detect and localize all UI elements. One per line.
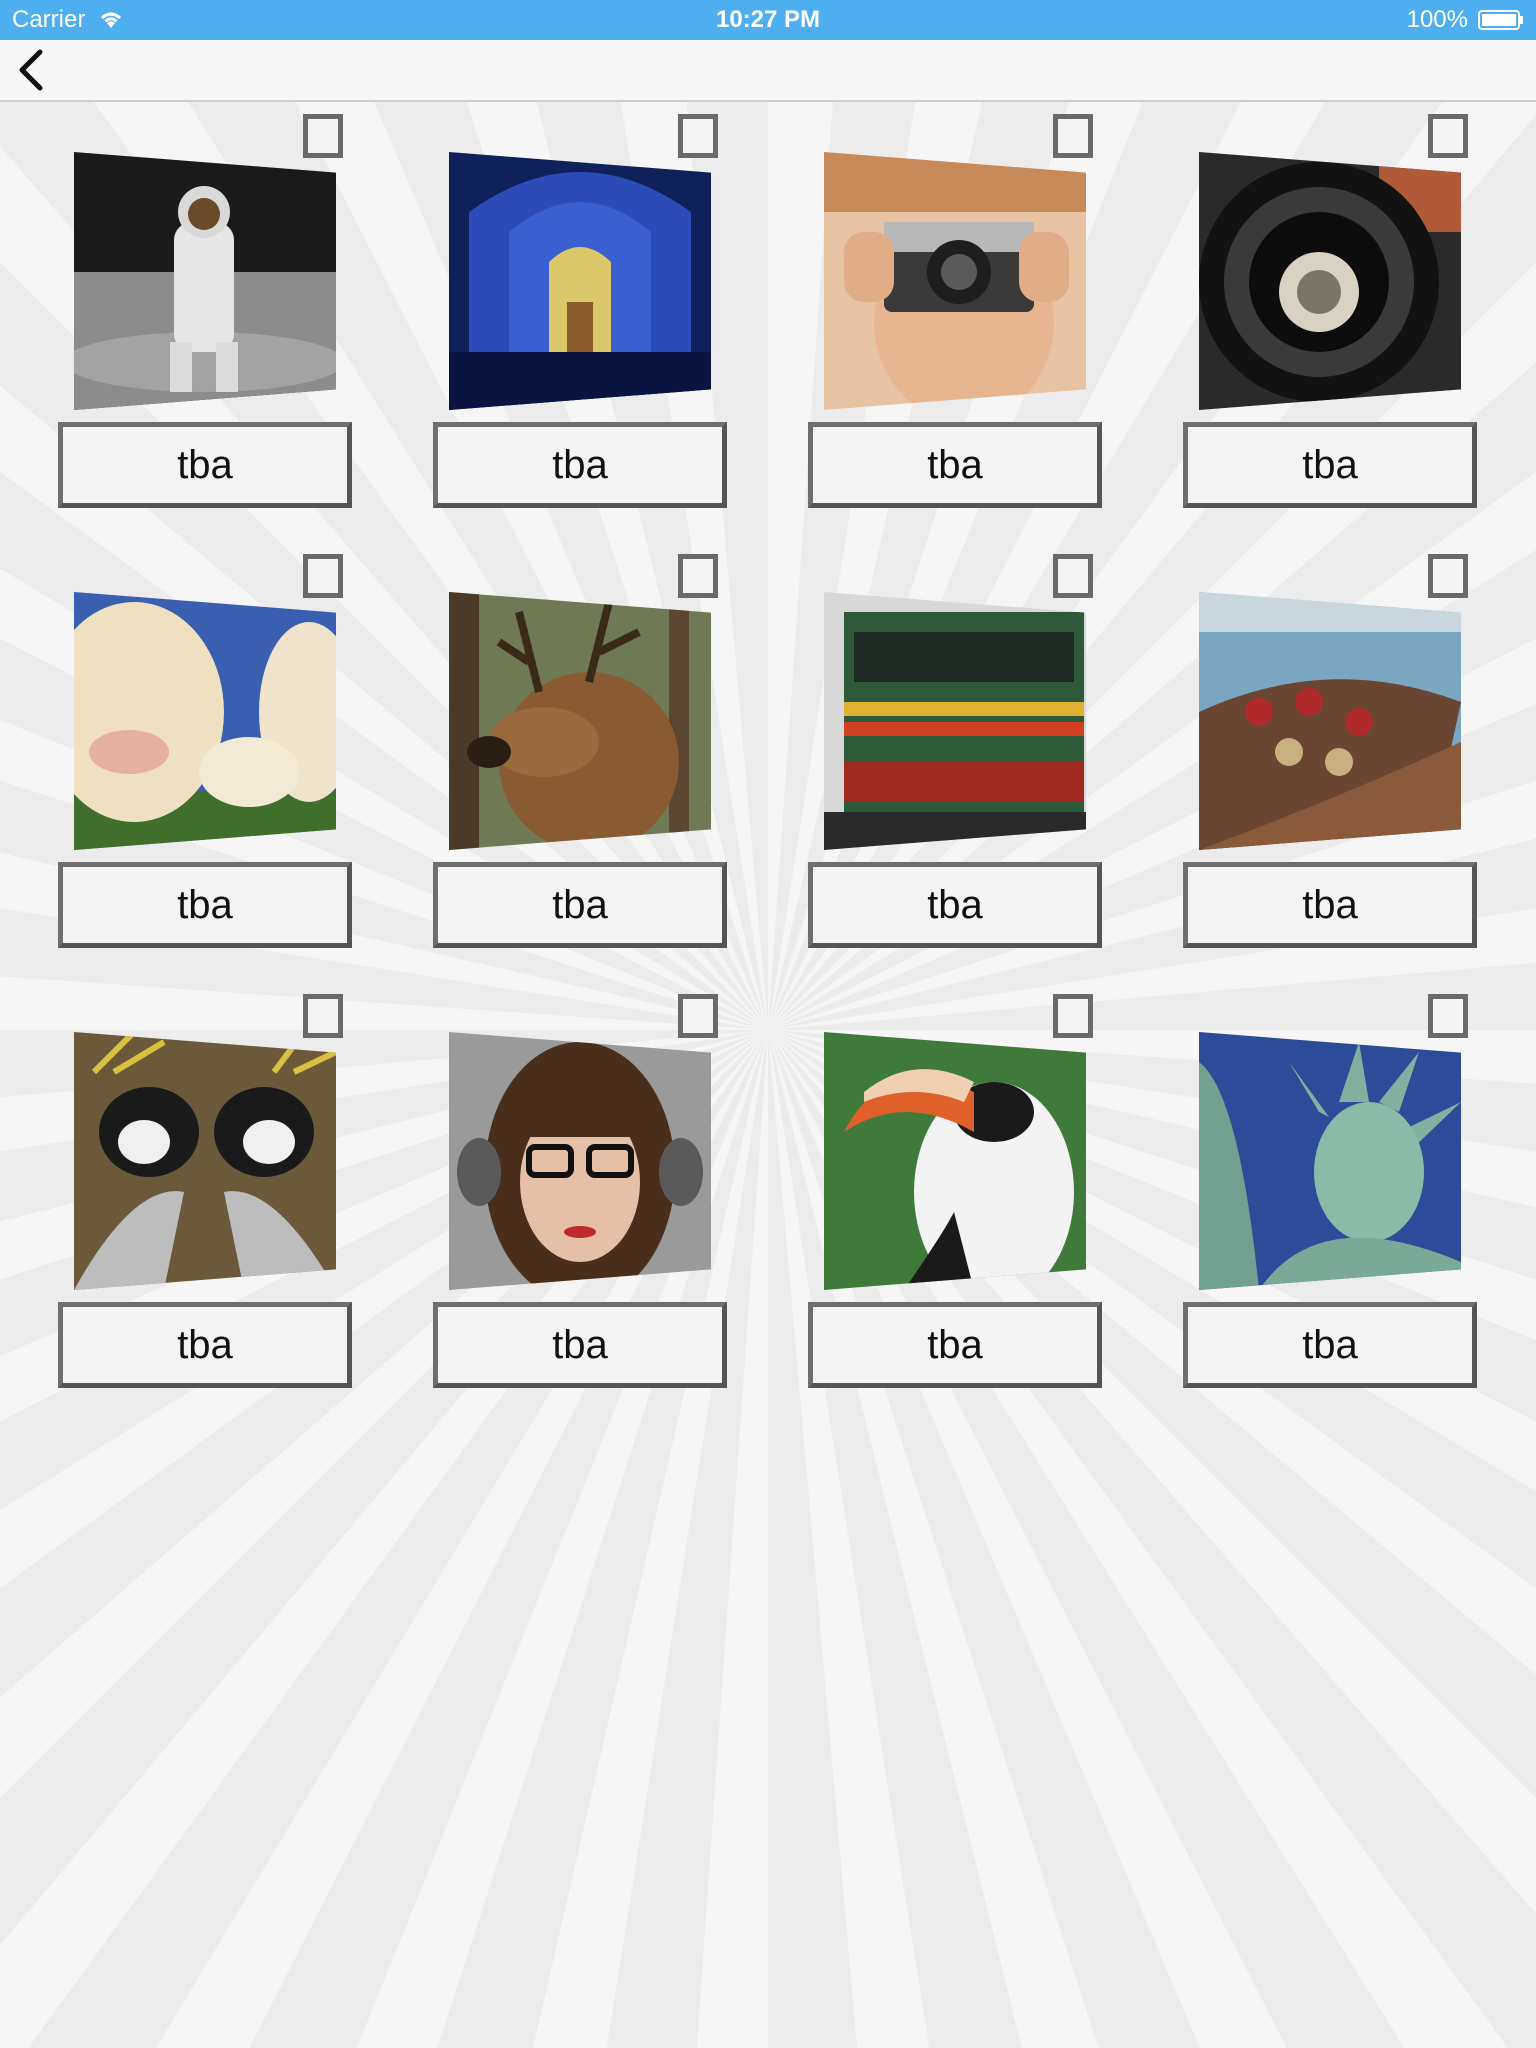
- grid-item: tba: [375, 980, 727, 1388]
- select-checkbox[interactable]: [1053, 994, 1093, 1038]
- photo-woman-camera[interactable]: [824, 152, 1086, 410]
- photo-deer[interactable]: [449, 592, 711, 850]
- photo-statue-of-liberty[interactable]: [1199, 1032, 1461, 1290]
- navigation-bar: [0, 40, 1536, 102]
- photo-hornbill[interactable]: [824, 1032, 1086, 1290]
- grid-item: tba: [750, 540, 1102, 948]
- label-box[interactable]: tba: [58, 862, 352, 948]
- label-box[interactable]: tba: [1183, 1302, 1477, 1388]
- grid-item: tba: [750, 100, 1102, 508]
- photo-camera-lens[interactable]: [1199, 152, 1461, 410]
- grid-item: tba: [1125, 980, 1477, 1388]
- label-box[interactable]: tba: [1183, 422, 1477, 508]
- photo-cathedral[interactable]: [449, 152, 711, 410]
- photo-train[interactable]: [824, 592, 1086, 850]
- grid-item: tba: [1125, 540, 1477, 948]
- select-checkbox[interactable]: [1053, 114, 1093, 158]
- grid-item: tba: [750, 980, 1102, 1388]
- label-box[interactable]: tba: [433, 862, 727, 948]
- select-checkbox[interactable]: [678, 114, 718, 158]
- grid-item: tba: [1125, 100, 1477, 508]
- photo-cranes[interactable]: [74, 1032, 336, 1290]
- label-box[interactable]: tba: [58, 422, 352, 508]
- label-box[interactable]: tba: [433, 1302, 727, 1388]
- chevron-left-icon[interactable]: [10, 46, 56, 94]
- battery-percent: 100%: [1406, 6, 1468, 33]
- label-box[interactable]: tba: [1183, 862, 1477, 948]
- grid-item: tba: [375, 540, 727, 948]
- select-checkbox[interactable]: [1428, 114, 1468, 158]
- select-checkbox[interactable]: [303, 554, 343, 598]
- label-box[interactable]: tba: [58, 1302, 352, 1388]
- grid-item: tba: [0, 540, 352, 948]
- select-checkbox[interactable]: [303, 114, 343, 158]
- status-time: 10:27 PM: [715, 6, 821, 33]
- photo-astronaut[interactable]: [74, 152, 336, 410]
- label-box[interactable]: tba: [808, 422, 1102, 508]
- photo-cows[interactable]: [74, 592, 336, 850]
- status-bar: Carrier 10:27 PM 100%: [0, 0, 1536, 40]
- select-checkbox[interactable]: [303, 994, 343, 1038]
- select-checkbox[interactable]: [678, 554, 718, 598]
- grid-item: tba: [0, 980, 352, 1388]
- select-checkbox[interactable]: [1053, 554, 1093, 598]
- select-checkbox[interactable]: [678, 994, 718, 1038]
- battery-icon: [1478, 10, 1523, 30]
- grid-item: tba: [0, 100, 352, 508]
- select-checkbox[interactable]: [1428, 554, 1468, 598]
- photo-woman-headphones[interactable]: [449, 1032, 711, 1290]
- grid-item: tba: [375, 100, 727, 508]
- photo-fishing-boat[interactable]: [1199, 592, 1461, 850]
- select-checkbox[interactable]: [1428, 994, 1468, 1038]
- label-box[interactable]: tba: [808, 1302, 1102, 1388]
- label-box[interactable]: tba: [433, 422, 727, 508]
- label-box[interactable]: tba: [808, 862, 1102, 948]
